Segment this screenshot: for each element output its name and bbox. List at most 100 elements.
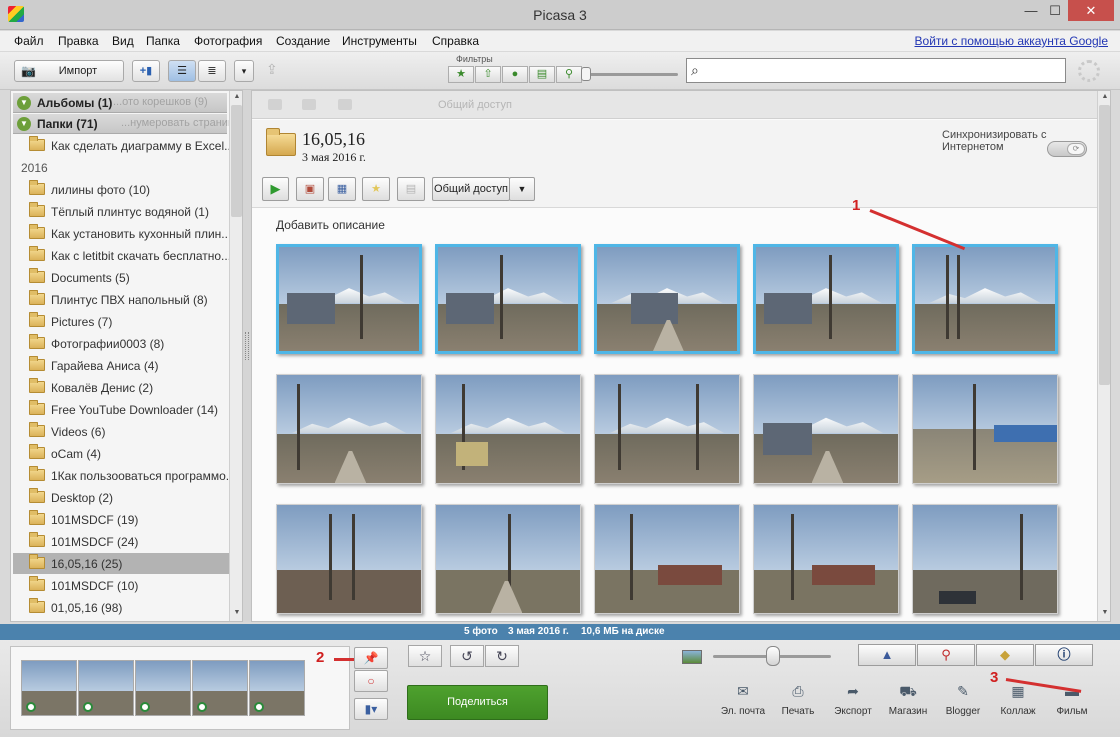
filter-slider-knob[interactable] [581,67,591,81]
search-input[interactable] [709,61,1059,80]
folder-item[interactable]: Тёплый плинтус водяной (1) [13,201,229,222]
play-slideshow-button[interactable]: ▶ [262,177,289,201]
collapse-arrow-icon[interactable]: ▼ [17,96,31,110]
photo-thumbnail[interactable] [276,374,422,484]
zoom-slider-knob[interactable] [766,646,780,666]
photo-thumbnail-selected[interactable] [594,244,740,354]
scroll-up-icon[interactable]: ▲ [1098,91,1110,103]
photo-thumbnail[interactable] [912,374,1058,484]
share-dropdown-icon[interactable]: ▼ [509,177,535,201]
photo-thumbnail[interactable] [594,504,740,614]
folder-item[interactable]: Desktop (2) [13,487,229,508]
scroll-down-icon[interactable]: ▼ [230,607,242,619]
clear-selection-button[interactable]: ○ [354,670,388,692]
export-button[interactable]: ➦ Экспорт [825,684,881,717]
filter-slider-track[interactable] [584,73,678,76]
menu-help[interactable]: Справка [432,34,479,48]
star-icon[interactable]: ★ [362,177,390,201]
tray-thumbnail[interactable] [78,660,134,716]
folder-item[interactable]: 101MSDCF (10) [13,575,229,596]
grip-icon[interactable] [245,332,249,360]
tag-tab-icon[interactable]: ◆ [976,644,1034,666]
menu-photo[interactable]: Фотография [194,34,262,48]
folder-item[interactable]: Ковалёв Денис (2) [13,377,229,398]
folder-item[interactable]: Гарайева Аниса (4) [13,355,229,376]
collage-icon[interactable]: ▦ [328,177,356,201]
view-dropdown-icon[interactable]: ▾ [234,60,254,82]
folder-item[interactable]: 101MSDCF (24) [13,531,229,552]
info-tab-icon[interactable]: ⓘ [1035,644,1093,666]
add-to-album-menu-button[interactable]: ▮▾ [354,698,388,720]
rotate-right-button[interactable]: ↻ [485,645,519,667]
photo-thumbnail-selected[interactable] [276,244,422,354]
hold-pin-button[interactable]: 📌 [354,647,388,669]
panel-splitter[interactable] [243,90,251,622]
folder-item[interactable]: Free YouTube Downloader (14) [13,399,229,420]
folder-item[interactable]: лилины фото (10) [13,179,229,200]
photo-thumbnail[interactable] [753,374,899,484]
email-button[interactable]: ✉ Эл. почта [715,684,771,717]
sync-toggle[interactable]: ⟳ [1047,141,1087,157]
folder-item[interactable]: Как сделать диаграмму в Excel... [13,135,234,156]
star-button[interactable]: ☆ [408,645,442,667]
star-filter-icon[interactable]: ★ [448,66,474,83]
scrollbar-thumb[interactable] [231,105,242,217]
menu-edit[interactable]: Правка [58,34,99,48]
collage-button[interactable]: ▦ Коллаж [990,684,1046,717]
share-access-button[interactable]: Общий доступ [432,177,510,201]
tree-view-icon[interactable]: ≣ [198,60,226,82]
list-view-icon[interactable]: ☰ [168,60,196,82]
google-account-link[interactable]: Войти с помощью аккаунта Google [915,34,1108,48]
folder-item[interactable]: Pictures (7) [13,311,229,332]
tray-thumbnail[interactable] [192,660,248,716]
albums-header[interactable]: ▼ Альбомы (1) ...ото корешков (9) [13,93,227,113]
folder-item[interactable]: Как установить кухонный плин... [13,223,231,244]
import-button[interactable]: 📷 Импорт [14,60,124,82]
scrollbar-thumb[interactable] [1099,105,1110,385]
rotate-left-button[interactable]: ↺ [450,645,484,667]
folder-scrollbar[interactable]: ▲ ▼ [229,91,242,621]
photo-thumbnail[interactable] [594,374,740,484]
shop-button[interactable]: ⛟ Магазин [880,684,936,717]
folder-item[interactable]: Documents (5) [13,267,229,288]
photo-scrollbar[interactable]: ▲ ▼ [1097,91,1110,621]
photo-thumbnail[interactable] [912,504,1058,614]
menu-view[interactable]: Вид [112,34,134,48]
folders-header[interactable]: ▼ Папки (71) ...нумеровать страницы в ..… [13,114,242,134]
people-tab-icon[interactable]: ▲ [858,644,916,666]
tray-thumbnail[interactable] [21,660,77,716]
folder-item[interactable]: Как с letitbit скачать бесплатно... [13,245,231,266]
blogger-button[interactable]: ✎ Blogger [935,684,991,717]
map-pin-tab-icon[interactable]: ⚲ [917,644,975,666]
photo-thumbnail[interactable] [435,374,581,484]
menu-create[interactable]: Создание [276,34,330,48]
folder-item[interactable]: 01,05,16 (98) [13,597,229,618]
tray-thumbnail[interactable] [249,660,305,716]
scroll-down-icon[interactable]: ▼ [1098,607,1110,619]
folder-item[interactable]: 1Как пользооваться программо... [13,465,236,486]
menu-file[interactable]: Файл [14,34,44,48]
photo-thumbnail-selected[interactable] [435,244,581,354]
folder-item[interactable]: Videos (6) [13,421,229,442]
close-button[interactable]: ✕ [1068,0,1114,21]
share-button[interactable]: Поделиться [407,685,548,720]
save-icon[interactable]: ▤ [397,177,425,201]
photo-thumbnail-selected[interactable] [753,244,899,354]
add-to-album-button[interactable]: +▮ [132,60,160,82]
maximize-button[interactable]: ☐ [1040,0,1070,21]
folder-item[interactable]: Плинтус ПВХ напольный (8) [13,289,229,310]
menu-folder[interactable]: Папка [146,34,180,48]
folder-item[interactable]: Фотографии0003 (8) [13,333,229,354]
folder-item[interactable]: oCam (4) [13,443,229,464]
menu-tools[interactable]: Инструменты [342,34,417,48]
photo-thumbnail-selected[interactable] [912,244,1058,354]
add-description[interactable]: Добавить описание [276,218,385,232]
tray-thumbnail[interactable] [135,660,191,716]
collapse-arrow-icon[interactable]: ▼ [17,117,31,131]
print-button[interactable]: ⎙ Печать [770,684,826,717]
person-filter-icon[interactable]: ● [502,66,528,83]
folder-item-selected[interactable]: 16,05,16 (25) [13,553,229,574]
photo-thumbnail[interactable] [435,504,581,614]
folder-item[interactable]: 101MSDCF (19) [13,509,229,530]
upload-filter-icon[interactable]: ⇧ [475,66,501,83]
